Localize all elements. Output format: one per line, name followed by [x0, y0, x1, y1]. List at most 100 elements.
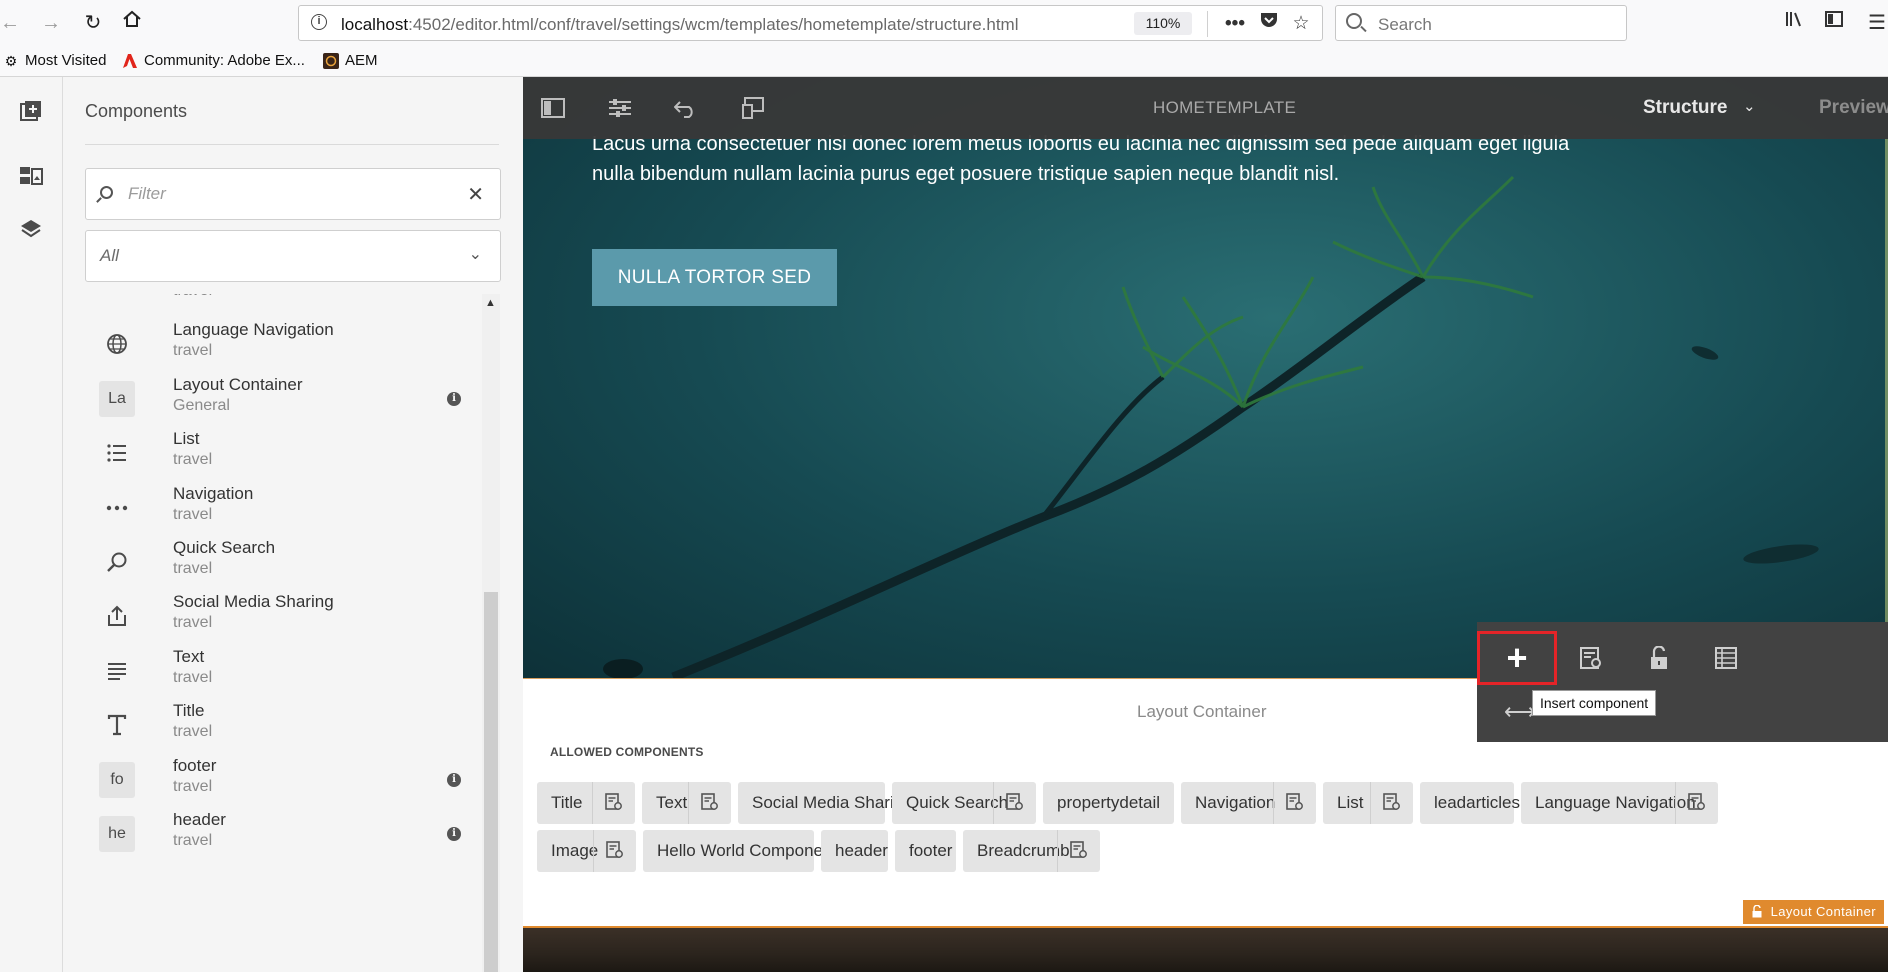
mode-selector[interactable]: Structure — [1643, 97, 1727, 119]
policy-icon[interactable] — [701, 793, 719, 811]
list-item-name: Social Media Sharing — [173, 592, 334, 611]
info-icon[interactable]: i — [447, 392, 461, 406]
gear-icon: ⚙ — [4, 52, 18, 69]
allowed-component-chip[interactable]: Social Media Sharing — [738, 782, 913, 824]
assets-rail-icon[interactable] — [12, 156, 50, 194]
forward-icon[interactable]: → — [37, 9, 65, 37]
url-bar[interactable]: i localhost:4502/editor.html/conf/travel… — [298, 5, 1323, 41]
adobe-icon — [122, 53, 138, 69]
allowed-component-label: List — [1337, 793, 1364, 812]
toggle-side-panel-icon[interactable] — [538, 93, 568, 123]
site-info-icon[interactable]: i — [311, 14, 327, 30]
url-path: :4502/editor.html/conf/travel/settings/w… — [408, 15, 1019, 34]
component-edit-toolbar: + ⟷ Insert component — [1477, 622, 1888, 742]
layout-container-tag[interactable]: Layout Container — [1742, 900, 1884, 924]
list-item-name: Language Navigation — [173, 320, 334, 339]
allowed-component-chip[interactable]: Navigation — [1181, 782, 1316, 824]
globe-icon — [99, 326, 135, 362]
allowed-component-chip[interactable]: Language Navigation — [1521, 782, 1718, 824]
reload-icon[interactable]: ↻ — [79, 9, 107, 37]
policy-icon[interactable] — [606, 841, 624, 859]
browser-search-input[interactable]: Search — [1335, 5, 1627, 41]
list-item-name: Layout Container — [173, 375, 303, 394]
component-group-select[interactable]: All ⌄ — [85, 230, 501, 282]
pocket-icon[interactable] — [1255, 11, 1283, 37]
page-properties-icon[interactable] — [605, 93, 635, 123]
bookmark-star-icon[interactable]: ☆ — [1287, 11, 1315, 37]
policy-icon[interactable] — [1070, 841, 1088, 859]
allowed-component-label: Hello World Component — [657, 841, 838, 860]
bookmark-community[interactable]: Community: Adobe Ex... — [122, 52, 305, 69]
policy-icon[interactable] — [1286, 793, 1304, 811]
chevron-up-icon[interactable]: ▲ — [485, 297, 496, 309]
insert-component-button[interactable]: + — [1477, 631, 1557, 685]
bookmark-aem[interactable]: AEM — [323, 52, 378, 69]
preview-button[interactable]: Preview — [1819, 97, 1888, 119]
share-icon — [99, 598, 135, 634]
scrollbar-thumb[interactable] — [484, 592, 498, 972]
browser-search-placeholder: Search — [1378, 15, 1432, 34]
panel-title: Components — [85, 101, 188, 121]
undo-icon[interactable] — [671, 93, 701, 123]
list-item-name: Navigation — [173, 484, 254, 503]
list-item-group: travel — [173, 723, 213, 740]
allowed-component-chip[interactable]: propertydetail — [1043, 782, 1174, 824]
chip-divider — [593, 830, 594, 872]
clear-icon[interactable]: ✕ — [467, 182, 484, 207]
list-item-group: travel — [173, 669, 213, 686]
url-text[interactable]: localhost:4502/editor.html/conf/travel/s… — [341, 15, 1019, 35]
editor-topbar: HOMETEMPLATE Structure ⌄ Preview — [523, 77, 1888, 139]
allowed-component-chip[interactable]: Quick Search — [892, 782, 1036, 824]
allowed-component-chip[interactable]: footer — [895, 830, 956, 872]
list-item-group: travel — [173, 294, 212, 300]
allowed-component-chip[interactable]: header — [821, 830, 888, 872]
allowed-component-label: Image — [551, 841, 599, 860]
zoom-badge[interactable]: 110% — [1134, 12, 1192, 35]
container-label: Layout Container — [1137, 702, 1267, 721]
info-icon[interactable]: i — [447, 773, 461, 787]
emulator-icon[interactable] — [738, 93, 768, 123]
component-list-scrollbar[interactable]: ▲ — [482, 294, 500, 972]
library-icon[interactable] — [1781, 10, 1807, 34]
component-filter-input[interactable]: Filter ✕ — [85, 168, 501, 220]
list-item-name: Title — [173, 701, 205, 720]
drag-handle-icon[interactable]: ⟷ — [1504, 699, 1536, 725]
hero-cta-button[interactable]: NULLA TORTOR SED — [592, 249, 837, 306]
search-icon — [1346, 13, 1362, 29]
filter-placeholder: Filter — [128, 184, 166, 203]
hero-image: Lacus urna consectetuer nisi donec lorem… — [523, 77, 1888, 678]
chevron-down-icon[interactable]: ⌄ — [1743, 97, 1756, 115]
page-editor: Lacus urna consectetuer nisi donec lorem… — [523, 77, 1888, 972]
abbreviation-icon: fo — [99, 762, 135, 798]
policy-icon[interactable] — [605, 793, 623, 811]
back-icon[interactable]: ← — [0, 9, 24, 37]
policy-icon[interactable] — [1688, 793, 1706, 811]
components-rail-icon[interactable] — [12, 92, 50, 130]
list-item-group: travel — [173, 451, 213, 468]
allowed-component-chip[interactable]: Hello World Component — [643, 830, 837, 872]
allowed-component-chip[interactable]: List — [1323, 782, 1413, 824]
list-icon — [99, 435, 135, 471]
policy-icon[interactable] — [1006, 793, 1024, 811]
list-item-group: travel — [173, 342, 213, 359]
bookmark-most-visited[interactable]: ⚙ Most Visited — [3, 52, 107, 69]
page-actions-icon[interactable]: ••• — [1221, 11, 1249, 37]
allowed-component-chip[interactable]: Text — [642, 782, 731, 824]
menu-icon[interactable]: ☰ — [1864, 10, 1888, 35]
layers-rail-icon[interactable] — [12, 210, 50, 248]
sidebar-toggle-icon[interactable] — [1821, 10, 1847, 34]
allowed-component-chip[interactable]: Breadcrumb — [963, 830, 1100, 872]
allowed-component-chip[interactable]: leadarticles — [1420, 782, 1520, 824]
list-item-header[interactable]: he header travel i — [85, 800, 475, 866]
allowed-component-chip[interactable]: Image — [537, 830, 636, 872]
policy-icon — [1580, 647, 1601, 669]
chip-divider — [1057, 830, 1058, 872]
chip-divider — [993, 782, 994, 824]
next-section-image — [523, 928, 1888, 972]
structure-button[interactable] — [1686, 631, 1766, 685]
info-icon[interactable]: i — [447, 827, 461, 841]
allowed-component-chip[interactable]: Title — [537, 782, 635, 824]
search-icon — [99, 544, 135, 580]
policy-icon[interactable] — [1383, 793, 1401, 811]
home-icon[interactable] — [118, 9, 146, 37]
